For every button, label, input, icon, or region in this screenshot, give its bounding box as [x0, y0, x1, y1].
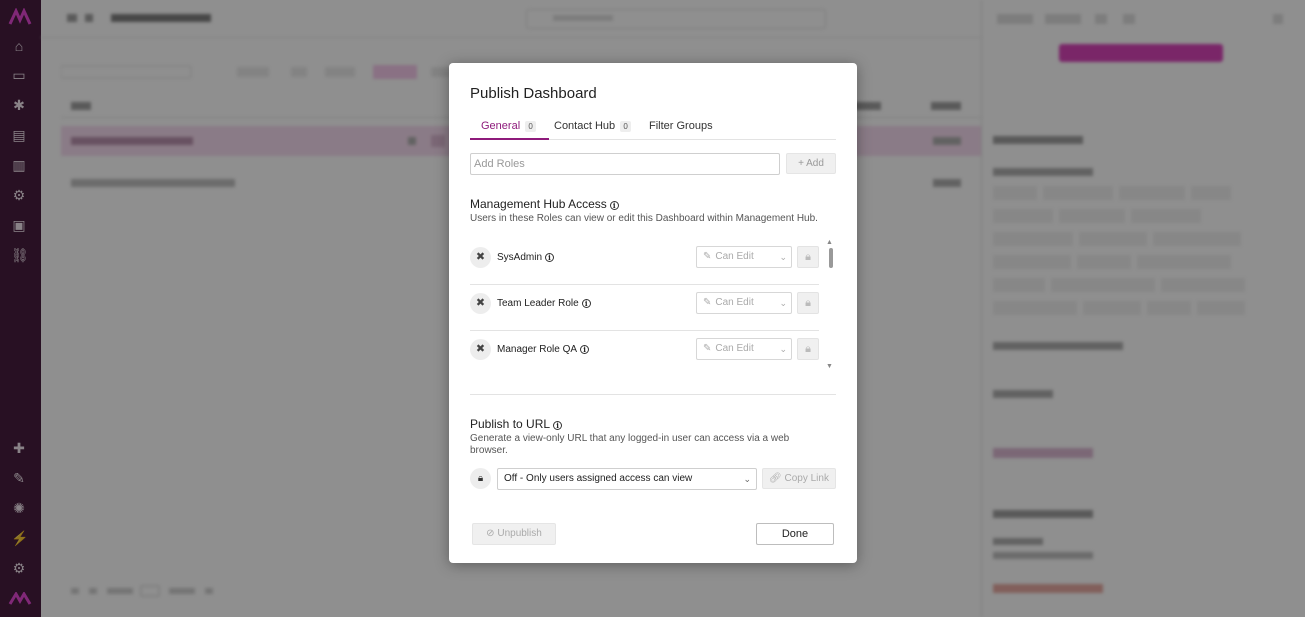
permission-select[interactable]: ✎ Can Edit ⌄ [696, 338, 792, 360]
lock-icon[interactable]: 🔒︎ [797, 338, 819, 360]
tools-icon: ✖ [470, 247, 491, 268]
tab-filter-groups[interactable]: Filter Groups [649, 120, 713, 138]
tools-icon: ✖ [470, 339, 491, 360]
role-name: Manager Role QA i [497, 344, 590, 355]
role-name-text: Manager Role QA [497, 344, 578, 355]
role-name: SysAdmin i [497, 252, 555, 263]
unpublish-label: Unpublish [497, 528, 542, 539]
management-hub-access-heading: Management Hub Access i [470, 197, 619, 211]
scroll-up-arrow[interactable]: ▲ [826, 239, 833, 246]
link-icon: 🔗︎ [769, 473, 782, 484]
tab-contact-hub[interactable]: Contact Hub 0 [554, 120, 632, 138]
info-icon[interactable]: i [581, 299, 591, 308]
scroll-down-arrow[interactable]: ▼ [826, 363, 833, 370]
pencil-icon: ✎ [703, 343, 712, 354]
chevron-down-icon: ⌄ [743, 474, 751, 484]
tab-label: Filter Groups [649, 120, 713, 132]
tab-label: Contact Hub [554, 120, 616, 132]
pencil-icon: ✎ [703, 297, 712, 308]
chevron-down-icon: ⌄ [779, 344, 787, 354]
dialog-tabs: General 0 Contact Hub 0 Filter Groups [470, 118, 836, 140]
tab-label: General [481, 120, 521, 132]
chevron-down-icon: ⌄ [779, 252, 787, 262]
permission-value: Can Edit [715, 343, 754, 354]
role-name: Team Leader Role i [497, 298, 591, 309]
role-list: ✖ SysAdmin i ✎ Can Edit ⌄ 🔒︎ ✖ Team Leader … [470, 239, 836, 389]
permission-value: Can Edit [715, 297, 754, 308]
chevron-down-icon: ⌄ [779, 298, 787, 308]
tab-count-badge: 0 [525, 121, 537, 132]
unpublish-button[interactable]: ⊘ Unpublish [472, 523, 556, 545]
info-icon[interactable]: i [553, 421, 563, 430]
url-access-select[interactable]: Off - Only users assigned access can vie… [497, 468, 757, 490]
section-title-text: Publish to URL [470, 417, 551, 431]
list-item: ✖ Manager Role QA i ✎ Can Edit ⌄ 🔒︎ [470, 331, 819, 377]
publish-to-url-heading: Publish to URL i [470, 417, 563, 431]
publish-url-description: Generate a view-only URL that any logged… [470, 433, 790, 456]
publish-dashboard-dialog: Publish Dashboard General 0 Contact Hub 0 … [449, 63, 857, 563]
ban-icon: ⊘ [486, 528, 495, 539]
add-role-button[interactable]: + Add [786, 153, 836, 174]
add-roles-input[interactable] [470, 153, 780, 175]
done-button[interactable]: Done [756, 523, 834, 545]
pencil-icon: ✎ [703, 251, 712, 262]
dialog-title: Publish Dashboard [470, 85, 597, 102]
tools-icon: ✖ [470, 293, 491, 314]
scrollbar-thumb[interactable] [829, 248, 833, 268]
list-item: ✖ SysAdmin i ✎ Can Edit ⌄ 🔒︎ [470, 239, 819, 285]
permission-value: Can Edit [715, 251, 754, 262]
lock-icon[interactable]: 🔒︎ [797, 246, 819, 268]
info-icon[interactable]: i [545, 253, 555, 262]
selected-option: Off - Only users assigned access can vie… [504, 473, 693, 484]
role-name-text: SysAdmin [497, 252, 543, 263]
info-icon[interactable]: i [609, 201, 619, 210]
copy-link-button[interactable]: 🔗︎ Copy Link [762, 468, 836, 489]
copy-link-label: Copy Link [784, 473, 829, 484]
tab-count-badge: 0 [620, 121, 632, 132]
lock-icon[interactable]: 🔒︎ [797, 292, 819, 314]
list-item: ✖ Team Leader Role i ✎ Can Edit ⌄ 🔒︎ [470, 285, 819, 331]
permission-select[interactable]: ✎ Can Edit ⌄ [696, 292, 792, 314]
section-title-text: Management Hub Access [470, 197, 607, 211]
management-hub-description: Users in these Roles can view or edit th… [470, 213, 818, 224]
tab-general[interactable]: General 0 [470, 120, 550, 140]
role-name-text: Team Leader Role [497, 298, 579, 309]
info-icon[interactable]: i [580, 345, 590, 354]
section-divider [470, 394, 836, 395]
lock-icon: 🔒︎ [470, 468, 491, 489]
permission-select[interactable]: ✎ Can Edit ⌄ [696, 246, 792, 268]
